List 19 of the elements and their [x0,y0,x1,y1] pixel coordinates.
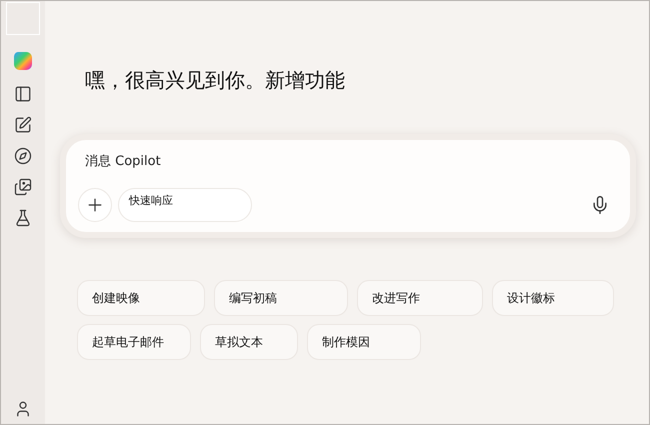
suggestion-chip[interactable]: 创建映像 [77,280,205,316]
message-input[interactable]: 消息 Copilot [78,154,618,169]
blank-tile [6,2,40,35]
logo-icon[interactable] [12,50,34,72]
suggestion-chip[interactable]: 草拟文本 [200,324,298,360]
images-icon[interactable] [14,178,32,196]
suggestion-chip[interactable]: 编写初稿 [214,280,348,316]
flask-icon[interactable] [14,209,32,227]
compass-icon[interactable] [14,147,32,165]
suggestion-chip[interactable]: 设计徽标 [492,280,614,316]
suggestion-chip[interactable]: 起草电子邮件 [77,324,191,360]
suggestion-chip[interactable]: 改进写作 [357,280,483,316]
mode-button[interactable]: 快速响应 [118,188,252,222]
add-button[interactable] [78,188,112,222]
edit-icon[interactable] [14,116,32,134]
profile-icon[interactable] [14,400,32,418]
sidebar-icon[interactable] [14,85,32,103]
suggestion-chip[interactable]: 制作模因 [307,324,421,360]
greeting-heading: 嘿，很高兴见到你。新增功能 [85,67,346,94]
